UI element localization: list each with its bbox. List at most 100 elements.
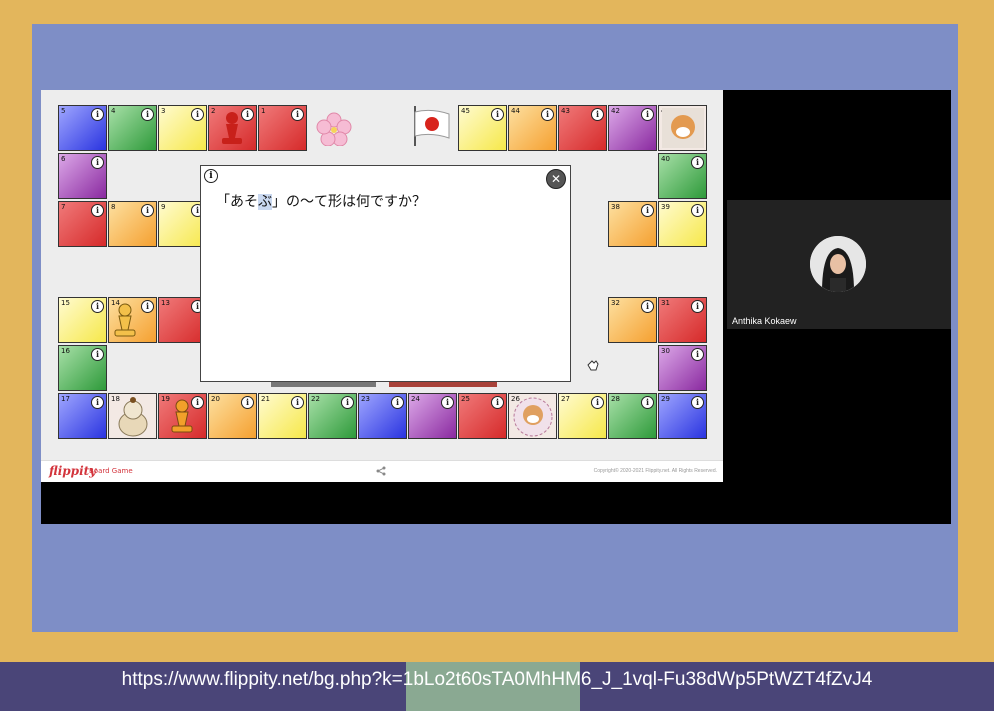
sakura-icon: [316, 112, 352, 146]
info-icon[interactable]: i: [91, 156, 104, 169]
info-icon[interactable]: i: [291, 108, 304, 121]
question-highlight: ぶ: [258, 194, 272, 210]
board-cell[interactable]: 3i: [158, 105, 207, 151]
cell-number: 45: [461, 107, 470, 115]
board-cell[interactable]: 27 i: [558, 393, 607, 439]
info-icon[interactable]: i: [641, 204, 654, 217]
board-cell[interactable]: 24 i: [408, 393, 457, 439]
cell-number: 27: [561, 395, 570, 403]
board-cell[interactable]: 45 i: [458, 105, 507, 151]
cell-number: 9: [161, 203, 166, 211]
info-icon[interactable]: i: [641, 108, 654, 121]
board-cell[interactable]: 31 i: [658, 297, 707, 343]
cell-number: 4: [111, 107, 116, 115]
board-cell[interactable]: 22 i: [308, 393, 357, 439]
info-icon[interactable]: i: [141, 204, 154, 217]
info-icon[interactable]: i: [641, 300, 654, 313]
cell-number: 15: [61, 299, 70, 307]
info-icon[interactable]: i: [691, 156, 704, 169]
board-cell[interactable]: 42 i: [608, 105, 657, 151]
share-icon[interactable]: [376, 466, 386, 476]
cell-number: 28: [611, 395, 620, 403]
participant-tile[interactable]: Anthika Kokaew: [727, 200, 951, 329]
board-cell[interactable]: 21 i: [258, 393, 307, 439]
info-icon[interactable]: i: [691, 300, 704, 313]
question-part: 」の～て形は何ですか？: [272, 194, 426, 210]
info-icon[interactable]: i: [141, 108, 154, 121]
dialog-info-icon[interactable]: i: [204, 169, 218, 183]
board-cell[interactable]: 4i: [108, 105, 157, 151]
cell-number: 43: [561, 107, 570, 115]
info-icon[interactable]: i: [591, 396, 604, 409]
cell-number: 20: [211, 395, 220, 403]
board-cell[interactable]: 16 i: [58, 345, 107, 391]
info-icon[interactable]: i: [291, 396, 304, 409]
question-text: 「あそぶ」の～て形は何ですか？: [216, 191, 426, 211]
japan-flag-icon: [414, 106, 450, 146]
cell-number: 16: [61, 347, 70, 355]
info-icon[interactable]: i: [191, 108, 204, 121]
board-cell[interactable]: 20 i: [208, 393, 257, 439]
close-icon[interactable]: ✕: [546, 169, 566, 189]
board-cell[interactable]: 28 i: [608, 393, 657, 439]
hand-cursor-icon: [587, 360, 599, 371]
cell-number: 32: [611, 299, 620, 307]
cell-number: 7: [61, 203, 66, 211]
board-cell[interactable]: 44 i: [508, 105, 557, 151]
info-icon[interactable]: i: [641, 396, 654, 409]
shiba-wreath-icon: [513, 397, 553, 437]
gold-pawn-icon: [114, 303, 136, 337]
board-cell[interactable]: 32 i: [608, 297, 657, 343]
info-icon[interactable]: i: [91, 300, 104, 313]
info-icon[interactable]: i: [91, 108, 104, 121]
board-cell[interactable]: 8i: [108, 201, 157, 247]
info-icon[interactable]: i: [691, 204, 704, 217]
info-icon[interactable]: i: [541, 108, 554, 121]
board-cell[interactable]: 15 i: [58, 297, 107, 343]
info-icon[interactable]: i: [141, 300, 154, 313]
url-text[interactable]: https://www.flippity.net/bg.php?k=1bLo2t…: [0, 668, 994, 692]
info-icon[interactable]: i: [91, 396, 104, 409]
cell-number: 17: [61, 395, 70, 403]
board-cell[interactable]: 7i: [58, 201, 107, 247]
cell-number: 2: [211, 107, 216, 115]
board-cell[interactable]: 6i: [58, 153, 107, 199]
cell-number: 31: [661, 299, 670, 307]
cell-number: 25: [461, 395, 470, 403]
board-cell[interactable]: 29 i: [658, 393, 707, 439]
cell-number: 8: [111, 203, 116, 211]
board-cell[interactable]: 25 i: [458, 393, 507, 439]
info-icon[interactable]: i: [491, 396, 504, 409]
info-icon[interactable]: i: [691, 348, 704, 361]
info-icon[interactable]: i: [241, 396, 254, 409]
cell-number: 44: [511, 107, 520, 115]
info-icon[interactable]: i: [91, 348, 104, 361]
board-cell[interactable]: 30 i: [658, 345, 707, 391]
cell-number: 29: [661, 395, 670, 403]
participant-name: Anthika Kokaew: [732, 316, 797, 326]
cell-number: 39: [661, 203, 670, 211]
avatar: [810, 236, 866, 292]
board-cell[interactable]: 23 i: [358, 393, 407, 439]
copyright-text: Copyright© 2020-2021 Flippity.net. All R…: [593, 468, 717, 474]
shiba-picture-icon: [662, 108, 704, 148]
info-icon[interactable]: i: [91, 204, 104, 217]
question-dialog: i ✕ 「あそぶ」の～て形は何ですか？: [200, 165, 571, 382]
cell-number: 13: [161, 299, 170, 307]
info-icon[interactable]: i: [691, 396, 704, 409]
info-icon[interactable]: i: [491, 108, 504, 121]
info-icon[interactable]: i: [441, 396, 454, 409]
board-cell[interactable]: 43 i: [558, 105, 607, 151]
board-cell[interactable]: 5i: [58, 105, 107, 151]
cat-picture-icon: [118, 397, 148, 437]
board-cell[interactable]: 17 i: [58, 393, 107, 439]
cell-number: 38: [611, 203, 620, 211]
board-cell[interactable]: 39 i: [658, 201, 707, 247]
board-cell[interactable]: 40 i: [658, 153, 707, 199]
board-cell[interactable]: 38 i: [608, 201, 657, 247]
info-icon[interactable]: i: [591, 108, 604, 121]
info-icon[interactable]: i: [341, 396, 354, 409]
info-icon[interactable]: i: [391, 396, 404, 409]
question-part: 「あそ: [216, 194, 258, 210]
board-cell[interactable]: 1i: [258, 105, 307, 151]
